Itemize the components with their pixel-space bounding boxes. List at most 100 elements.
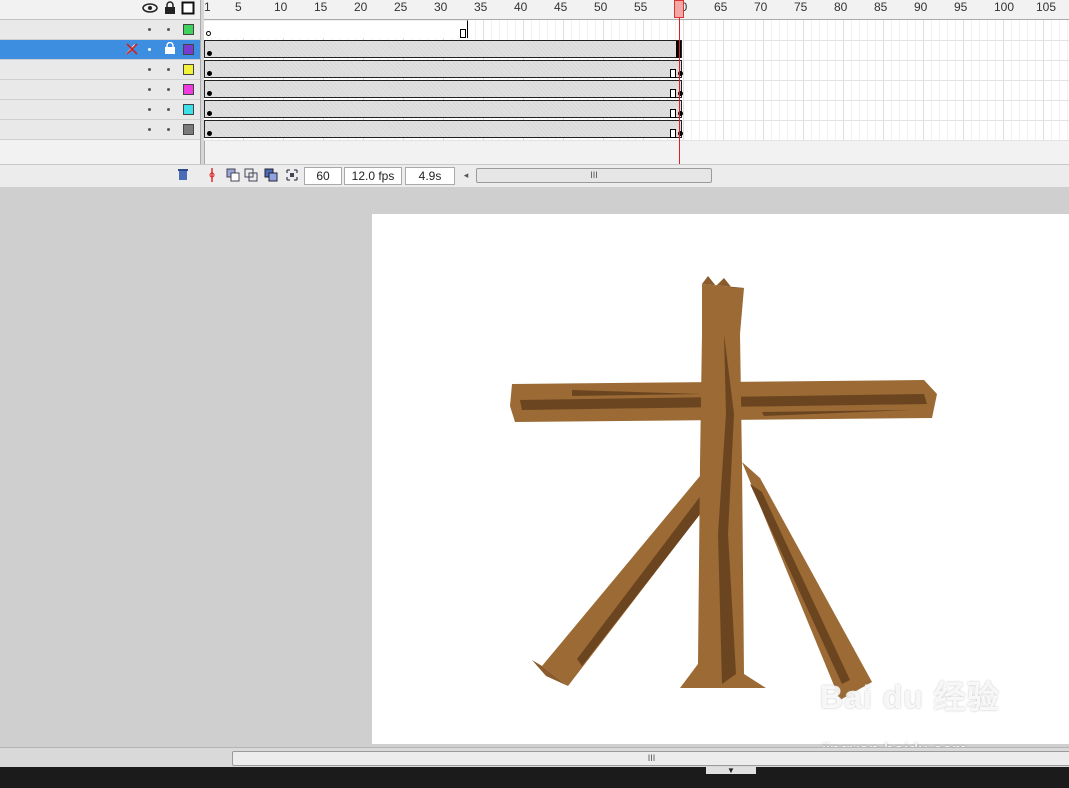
ruler-number: 105 [1036, 0, 1057, 14]
frame-row[interactable] [204, 20, 1069, 41]
ruler-number: 75 [794, 0, 808, 14]
pencil-crossed-icon [125, 42, 139, 59]
frame-span[interactable] [204, 20, 468, 38]
ruler-number: 35 [474, 0, 488, 14]
ruler-number: 90 [914, 0, 928, 14]
ruler-number: 95 [954, 0, 968, 14]
end-frame-marker[interactable] [670, 89, 676, 98]
frame-grid[interactable] [204, 20, 1069, 141]
edit-multiple-frames-icon[interactable] [264, 168, 278, 182]
scroll-left-arrow[interactable]: ◂ [460, 169, 472, 181]
onion-outline-icon[interactable] [244, 168, 258, 182]
keyframe[interactable] [207, 71, 212, 76]
ruler-number: 10 [274, 0, 288, 14]
lock-icon[interactable] [163, 1, 177, 15]
frame-span[interactable] [204, 80, 683, 98]
layer-row[interactable] [0, 80, 200, 100]
lock-dot[interactable] [167, 88, 170, 91]
ruler-number: 50 [594, 0, 608, 14]
end-frame-marker[interactable] [670, 129, 676, 138]
playhead-line [679, 18, 680, 166]
collapse-panel-tab[interactable]: ▼ [706, 767, 756, 775]
frame-span[interactable] [204, 100, 683, 118]
layer-color-swatch[interactable] [183, 24, 194, 35]
ruler-number: 85 [874, 0, 888, 14]
ruler-number: 5 [235, 0, 242, 14]
stage[interactable] [372, 214, 1069, 744]
onion-skin-icon[interactable] [226, 168, 240, 182]
ruler-number: 20 [354, 0, 368, 14]
visibility-dot[interactable] [148, 48, 151, 51]
lock-icon[interactable] [164, 41, 176, 58]
center-frame-icon[interactable] [205, 168, 219, 182]
stage-horizontal-scrollbar[interactable]: III [0, 747, 1069, 768]
ruler-number: 65 [714, 0, 728, 14]
visibility-dot[interactable] [148, 128, 151, 131]
layer-color-swatch[interactable] [183, 84, 194, 95]
layer-color-swatch[interactable] [183, 44, 194, 55]
visibility-dot[interactable] [148, 88, 151, 91]
wood-left-leg [542, 476, 717, 686]
keyframe[interactable] [207, 111, 212, 116]
frame-rate-field[interactable]: 12.0 fps [344, 167, 402, 185]
layer-row-selected[interactable] [0, 40, 200, 60]
ruler-number: 100 [994, 0, 1015, 14]
lock-dot[interactable] [167, 28, 170, 31]
layer-row[interactable] [0, 20, 200, 40]
lock-dot[interactable] [167, 128, 170, 131]
frame-span[interactable] [204, 120, 683, 138]
visibility-dot[interactable] [148, 68, 151, 71]
frame-span[interactable] [204, 60, 683, 78]
frame-ruler[interactable]: 1 5 10 15 20 25 30 35 40 45 50 55 60 65 … [204, 0, 1069, 20]
frame-row[interactable] [204, 80, 1069, 101]
ruler-number: 70 [754, 0, 768, 14]
lock-dot[interactable] [167, 68, 170, 71]
ruler-number: 1 [204, 0, 211, 14]
ruler-number: 55 [634, 0, 648, 14]
frame-row[interactable] [204, 40, 1069, 61]
visibility-dot[interactable] [148, 28, 151, 31]
empty-keyframe[interactable] [206, 31, 211, 36]
end-frame-marker[interactable] [460, 29, 466, 38]
frame-row[interactable] [204, 100, 1069, 121]
current-frame-field[interactable]: 60 [304, 167, 342, 185]
outline-icon[interactable] [181, 1, 195, 15]
keyframe[interactable] [207, 51, 212, 56]
ruler-number: 15 [314, 0, 328, 14]
modify-markers-icon[interactable] [285, 168, 299, 182]
layer-color-swatch[interactable] [183, 124, 194, 135]
layer-list [0, 20, 200, 140]
end-frame-marker[interactable] [670, 109, 676, 118]
end-frame-marker[interactable] [670, 69, 676, 78]
ruler-number: 25 [394, 0, 408, 14]
layer-row[interactable] [0, 100, 200, 120]
baidu-watermark: Bai du 经验 [820, 679, 1000, 715]
layer-header [0, 0, 200, 20]
ruler-number: 45 [554, 0, 568, 14]
bottom-panel-bar: ▼ [0, 767, 1069, 788]
wood-character-artwork[interactable] [372, 214, 1069, 744]
frame-row[interactable] [204, 60, 1069, 81]
ruler-number: 30 [434, 0, 448, 14]
layer-row[interactable] [0, 120, 200, 140]
trash-icon[interactable] [176, 168, 190, 182]
elapsed-time-field: 4.9s [405, 167, 455, 185]
keyframe[interactable] [207, 131, 212, 136]
frame-span[interactable] [204, 40, 682, 58]
playhead[interactable] [674, 0, 684, 18]
timeline-toolbar: 60 12.0 fps 4.9s ◂ III [0, 164, 1069, 187]
frame-row[interactable] [204, 120, 1069, 141]
lock-dot[interactable] [167, 108, 170, 111]
keyframe[interactable] [207, 91, 212, 96]
work-area [0, 187, 1069, 747]
timeline-panel: 1 5 10 15 20 25 30 35 40 45 50 55 60 65 … [0, 0, 1069, 187]
ruler-number: 80 [834, 0, 848, 14]
stage-scroll-thumb[interactable]: III [232, 751, 1069, 766]
layer-color-swatch[interactable] [183, 104, 194, 115]
layer-color-swatch[interactable] [183, 64, 194, 75]
layer-row[interactable] [0, 60, 200, 80]
timeline-scroll-thumb[interactable]: III [476, 168, 712, 183]
eye-icon[interactable] [142, 1, 158, 15]
ruler-number: 40 [514, 0, 528, 14]
visibility-dot[interactable] [148, 108, 151, 111]
